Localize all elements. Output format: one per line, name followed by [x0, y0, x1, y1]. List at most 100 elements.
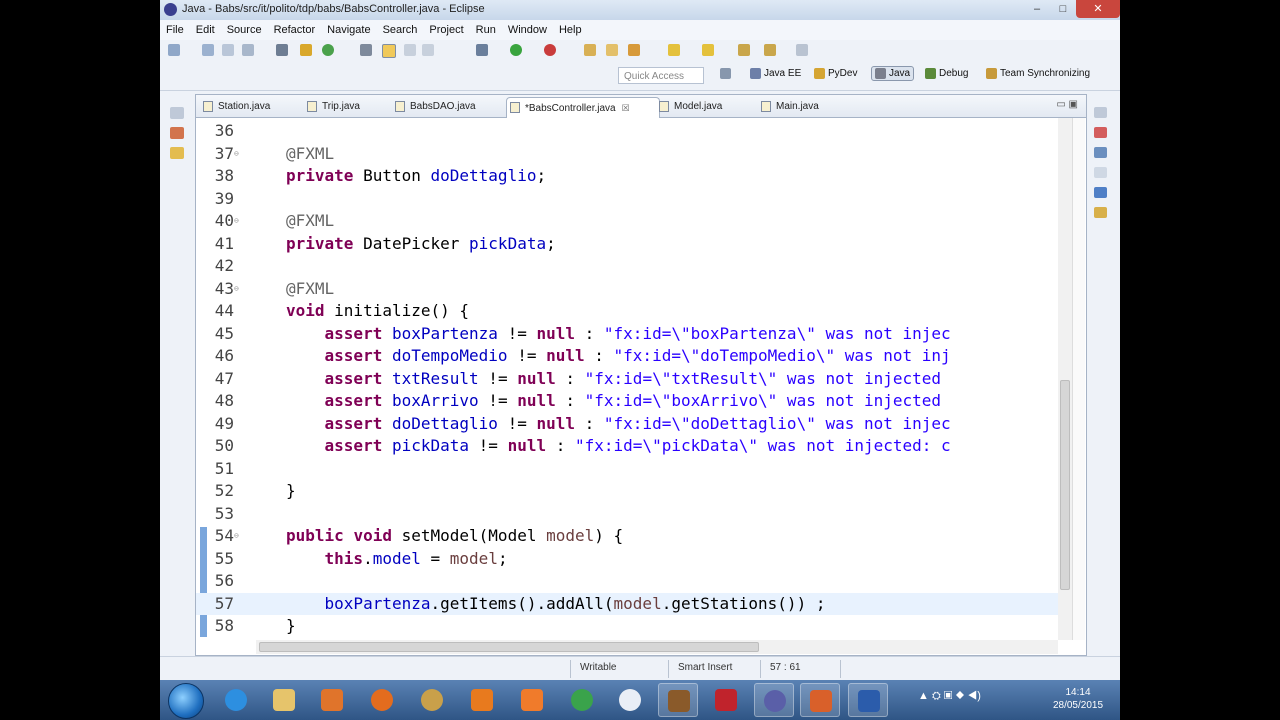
code-text[interactable]: assert doDettaglio != null : "fx:id=\"do… [286, 413, 951, 435]
vertical-scrollbar[interactable] [1058, 118, 1072, 640]
code-text[interactable]: private DatePicker pickData; [286, 233, 556, 255]
tab-trip-java[interactable]: Trip.java [304, 97, 360, 117]
perspective-java-ee[interactable]: Java EE [750, 68, 801, 79]
code-text[interactable]: public void setModel(Model model) { [286, 525, 623, 547]
close-button[interactable]: ✕ [1076, 0, 1120, 18]
code-line[interactable]: 49 assert doDettaglio != null : "fx:id=\… [196, 413, 1058, 435]
minimize-button[interactable]: – [1024, 0, 1050, 18]
horizontal-scrollbar[interactable] [256, 640, 1058, 654]
tab-babscontroller-java[interactable]: *BabsController.java ☒ [506, 97, 660, 118]
search-icon[interactable] [628, 44, 640, 56]
taskbar-app[interactable] [462, 683, 502, 717]
external-tools-icon[interactable] [544, 44, 556, 56]
open-perspective-button[interactable] [720, 68, 731, 79]
tab-main-java[interactable]: Main.java [758, 97, 819, 117]
tab-babsdao-java[interactable]: BabsDAO.java [392, 97, 476, 117]
declaration-icon[interactable] [1094, 207, 1107, 218]
debug-icon[interactable] [476, 44, 488, 56]
open-task-icon[interactable] [606, 44, 618, 56]
run-icon[interactable] [510, 44, 522, 56]
task-list-icon[interactable] [1094, 127, 1107, 138]
code-text[interactable]: void initialize() { [286, 300, 469, 322]
code-text[interactable]: boxPartenza.getItems().addAll(model.getS… [286, 593, 826, 615]
console-icon[interactable] [1094, 187, 1107, 198]
code-text[interactable]: private Button doDettaglio; [286, 165, 546, 187]
taskbar-app[interactable] [800, 683, 840, 717]
code-line[interactable]: 42 [196, 255, 1058, 277]
menu-refactor[interactable]: Refactor [274, 24, 316, 36]
taskbar-app[interactable] [706, 683, 746, 717]
taskbar-app[interactable] [264, 683, 304, 717]
save-all-icon[interactable] [222, 44, 234, 56]
whitespace-icon[interactable] [422, 44, 434, 56]
code-line[interactable]: 47 assert txtResult != null : "fx:id=\"t… [196, 368, 1058, 390]
next-annotation-icon[interactable] [668, 44, 680, 56]
back-icon[interactable] [738, 44, 750, 56]
fold-toggle-icon[interactable]: ⊖ [234, 525, 239, 547]
taskbar-app[interactable] [312, 683, 352, 717]
menu-file[interactable]: File [166, 24, 184, 36]
code-line[interactable]: 41 private DatePicker pickData; [196, 233, 1058, 255]
code-text[interactable]: assert boxArrivo != null : "fx:id=\"boxA… [286, 390, 942, 412]
fold-toggle-icon[interactable]: ⊖ [234, 278, 239, 300]
code-text[interactable]: assert pickData != null : "fx:id=\"pickD… [286, 435, 951, 457]
code-line[interactable]: 40 ⊖ @FXML [196, 210, 1058, 232]
restore-icon[interactable] [170, 107, 184, 119]
new-icon[interactable] [168, 44, 180, 56]
mark-occurrences-icon[interactable] [382, 44, 396, 58]
restore-right-icon[interactable] [1094, 107, 1107, 118]
taskbar-app[interactable] [362, 683, 402, 717]
code-line[interactable]: 48 assert boxArrivo != null : "fx:id=\"b… [196, 390, 1058, 412]
tool-icon[interactable] [276, 44, 288, 56]
outline-icon[interactable] [1094, 147, 1107, 158]
code-line[interactable]: 54 ⊖ public void setModel(Model model) { [196, 525, 1058, 547]
next-edit-icon[interactable] [796, 44, 808, 56]
block-icon[interactable] [404, 44, 416, 56]
new-class-icon[interactable] [322, 44, 334, 56]
hierarchy-icon[interactable] [170, 147, 184, 159]
taskbar-app[interactable] [658, 683, 698, 717]
code-line[interactable]: 39 [196, 188, 1058, 210]
taskbar-app[interactable] [512, 683, 552, 717]
save-icon[interactable] [202, 44, 214, 56]
code-line[interactable]: 51 [196, 458, 1058, 480]
code-line[interactable]: 43 ⊖ @FXML [196, 278, 1058, 300]
package-explorer-icon[interactable] [170, 127, 184, 139]
perspective-debug[interactable]: Debug [925, 68, 968, 79]
code-line[interactable]: 46 assert doTempoMedio != null : "fx:id=… [196, 345, 1058, 367]
menu-help[interactable]: Help [559, 24, 582, 36]
code-line[interactable]: 44 void initialize() { [196, 300, 1058, 322]
perspective-team-synchronizing[interactable]: Team Synchronizing [986, 68, 1090, 79]
taskbar-app[interactable] [562, 683, 602, 717]
menu-navigate[interactable]: Navigate [327, 24, 370, 36]
code-line[interactable]: 57 boxPartenza.getItems().addAll(model.g… [196, 592, 1058, 615]
fold-toggle-icon[interactable]: ⊖ [234, 210, 239, 232]
taskbar-app[interactable] [848, 683, 888, 717]
package-icon[interactable] [300, 44, 312, 56]
code-text[interactable]: @FXML [286, 278, 334, 300]
menu-search[interactable]: Search [383, 24, 418, 36]
toggle-icon[interactable] [360, 44, 372, 56]
tab-station-java[interactable]: Station.java [200, 97, 270, 117]
code-text[interactable]: } [286, 615, 296, 637]
menu-window[interactable]: Window [508, 24, 547, 36]
code-text[interactable]: assert txtResult != null : "fx:id=\"txtR… [286, 368, 942, 390]
code-text[interactable]: @FXML [286, 210, 334, 232]
menu-edit[interactable]: Edit [196, 24, 215, 36]
menu-run[interactable]: Run [476, 24, 496, 36]
code-text[interactable]: assert doTempoMedio != null : "fx:id=\"d… [286, 345, 951, 367]
system-tray[interactable]: ▲ ⛭ ▣ ◆ ◀) [918, 690, 981, 703]
code-line[interactable]: 58} [196, 615, 1058, 637]
code-line[interactable]: 50 assert pickData != null : "fx:id=\"pi… [196, 435, 1058, 457]
menu-source[interactable]: Source [227, 24, 262, 36]
code-area[interactable]: 36 37 ⊖ @FXML 38 private Button doDettaglio; 3… [196, 118, 1058, 640]
code-line[interactable]: 55 this.model = model; [196, 548, 1058, 570]
code-text[interactable]: } [286, 480, 296, 502]
horizontal-scroll-thumb[interactable] [259, 642, 759, 652]
quick-access-input[interactable]: Quick Access [618, 67, 704, 84]
open-type-icon[interactable] [584, 44, 596, 56]
code-text[interactable]: @FXML [286, 143, 334, 165]
problems-icon[interactable] [1094, 167, 1107, 178]
editor-window-controls[interactable]: ▭ ▣ [1056, 99, 1078, 110]
code-line[interactable]: 52} [196, 480, 1058, 502]
